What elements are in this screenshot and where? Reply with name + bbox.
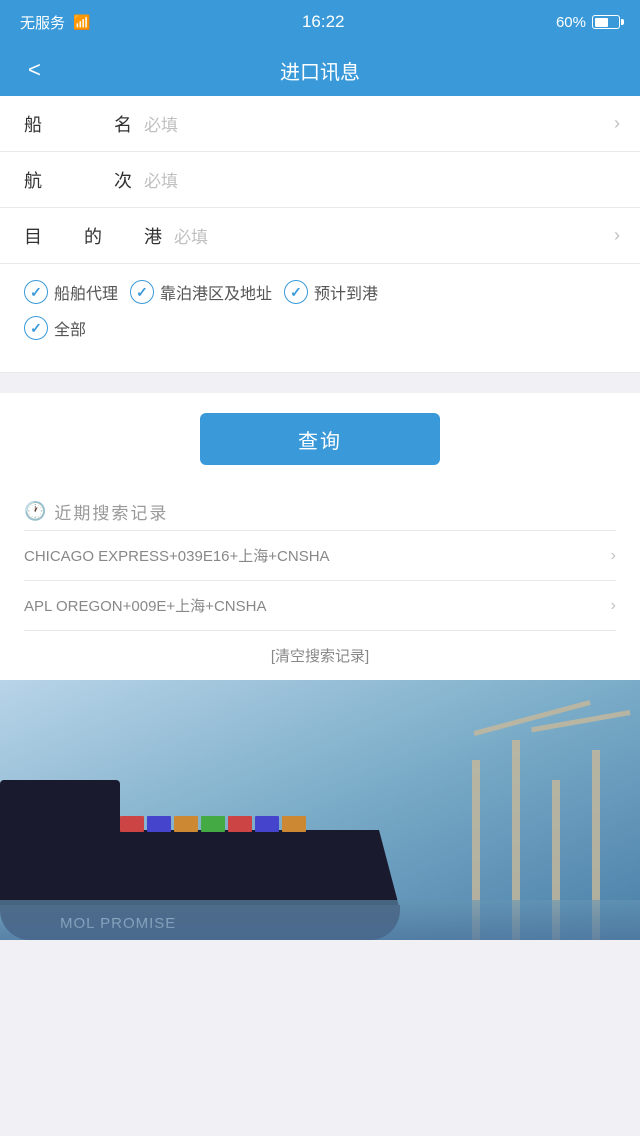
query-section: 查询 xyxy=(0,393,640,485)
nav-bar: < 进口讯息 xyxy=(0,44,640,96)
ship-superstructure xyxy=(0,780,120,840)
checkbox-eta-label: 预计到港 xyxy=(314,280,378,304)
recent-item-2[interactable]: APL OREGON+009E+上海+CNSHA › xyxy=(24,580,616,630)
ship-name-label: 船 名 xyxy=(24,111,144,137)
recent-item-1-arrow: › xyxy=(611,547,616,565)
voyage-no-label: 航 次 xyxy=(24,167,144,193)
checkbox-agency[interactable]: 船舶代理 xyxy=(24,280,118,304)
section-gap-1 xyxy=(0,373,640,393)
ship-body xyxy=(0,830,400,910)
destination-port-placeholder: 必填 xyxy=(174,223,208,248)
voyage-no-placeholder: 必填 xyxy=(144,167,178,192)
destination-port-row[interactable]: 目 的 港 必填 › xyxy=(0,208,640,264)
recent-section: 🕐 近期搜索记录 CHICAGO EXPRESS+039E16+上海+CNSHA… xyxy=(0,485,640,680)
destination-port-arrow: › xyxy=(614,225,620,246)
container-2 xyxy=(147,816,171,832)
status-time: 16:22 xyxy=(302,12,345,32)
checkbox-area: 船舶代理 靠泊港区及地址 预计到港 全部 xyxy=(0,264,640,373)
destination-port-label: 目 的 港 xyxy=(24,223,174,249)
recent-item-1-text: CHICAGO EXPRESS+039E16+上海+CNSHA xyxy=(24,545,330,566)
container-1 xyxy=(120,816,144,832)
battery-icon xyxy=(592,15,620,29)
recent-icon: 🕐 xyxy=(24,501,46,522)
page-title: 进口讯息 xyxy=(280,56,360,85)
recent-item-2-arrow: › xyxy=(611,597,616,615)
battery-percent: 60% xyxy=(556,14,586,31)
checkbox-agency-circle xyxy=(24,280,48,304)
query-button[interactable]: 查询 xyxy=(200,413,440,465)
checkbox-all-circle xyxy=(24,316,48,340)
checkbox-berth-circle xyxy=(130,280,154,304)
recent-item-2-text: APL OREGON+009E+上海+CNSHA xyxy=(24,595,266,616)
ship-name-placeholder: 必填 xyxy=(144,111,178,136)
recent-item-1[interactable]: CHICAGO EXPRESS+039E16+上海+CNSHA › xyxy=(24,530,616,580)
container-7 xyxy=(282,816,306,832)
status-right: 60% xyxy=(556,14,620,31)
checkbox-eta-circle xyxy=(284,280,308,304)
bottom-ship-image: MOL PROMISE xyxy=(0,680,640,940)
back-button[interactable]: < xyxy=(20,53,49,87)
destination-port-input-area[interactable]: 必填 xyxy=(174,223,616,248)
recent-header: 🕐 近期搜索记录 xyxy=(24,499,616,524)
ship-name-input-area[interactable]: 必填 xyxy=(144,111,616,136)
checkbox-all[interactable]: 全部 xyxy=(24,316,86,340)
container-6 xyxy=(255,816,279,832)
checkbox-all-label: 全部 xyxy=(54,316,86,340)
water-reflection xyxy=(0,900,640,940)
container-3 xyxy=(174,816,198,832)
checkbox-row-2: 全部 xyxy=(24,316,616,340)
status-left: 无服务 📶 xyxy=(20,12,90,33)
checkbox-row-1: 船舶代理 靠泊港区及地址 预计到港 xyxy=(24,280,616,304)
container-5 xyxy=(228,816,252,832)
checkbox-eta[interactable]: 预计到港 xyxy=(284,280,378,304)
ship-name-row[interactable]: 船 名 必填 › xyxy=(0,96,640,152)
checkbox-agency-label: 船舶代理 xyxy=(54,280,118,304)
clear-search-label: [清空搜索记录] xyxy=(271,645,369,666)
recent-title: 近期搜索记录 xyxy=(54,499,168,524)
checkbox-berth-label: 靠泊港区及地址 xyxy=(160,280,272,304)
voyage-no-input-area[interactable]: 必填 xyxy=(144,167,616,192)
form-area: 船 名 必填 › 航 次 必填 目 的 港 必填 › 船舶代理 靠泊港区及地址 xyxy=(0,96,640,373)
wifi-icon: 📶 xyxy=(73,14,90,31)
ship-containers xyxy=(120,816,306,832)
container-4 xyxy=(201,816,225,832)
checkbox-berth[interactable]: 靠泊港区及地址 xyxy=(130,280,272,304)
carrier-label: 无服务 xyxy=(20,12,65,33)
voyage-no-row[interactable]: 航 次 必填 xyxy=(0,152,640,208)
clear-search-button[interactable]: [清空搜索记录] xyxy=(24,630,616,680)
status-bar: 无服务 📶 16:22 60% xyxy=(0,0,640,44)
ship-name-arrow: › xyxy=(614,113,620,134)
